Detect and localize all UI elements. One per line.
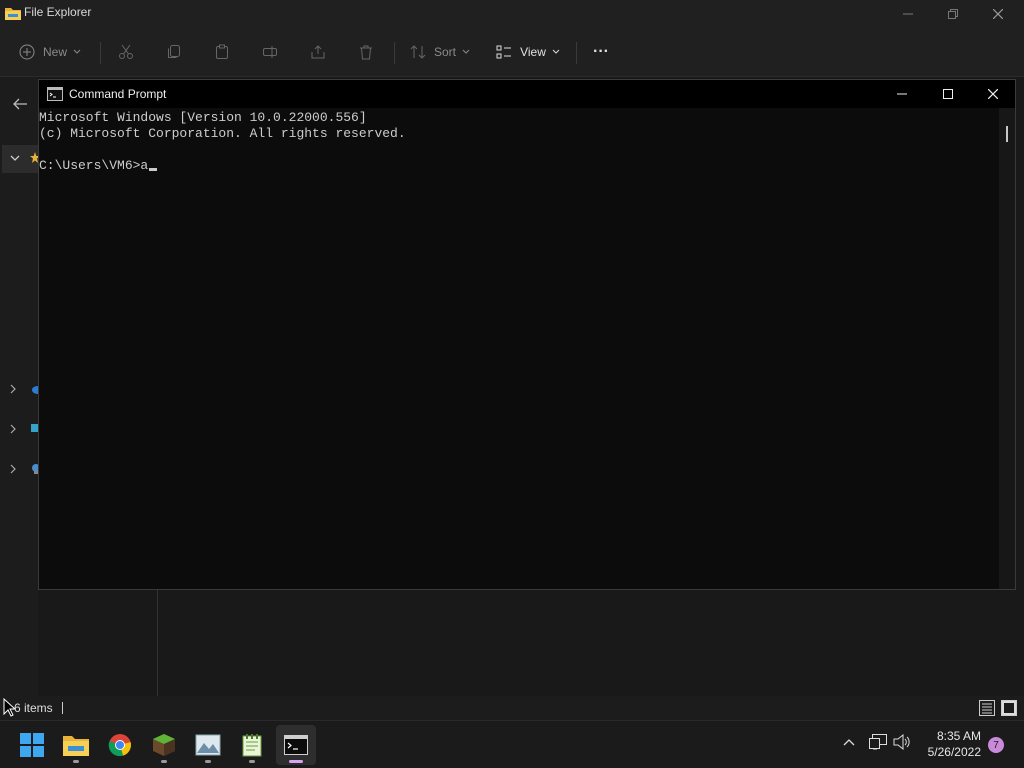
toolbar-separator	[100, 42, 101, 64]
chevron-down-icon	[73, 49, 81, 55]
network-icon	[30, 463, 38, 475]
running-indicator	[73, 760, 79, 763]
console-output[interactable]: Microsoft Windows [Version 10.0.22000.55…	[39, 110, 997, 588]
close-button[interactable]	[970, 80, 1016, 108]
new-label: New	[42, 45, 67, 59]
quick-access-node[interactable]	[2, 145, 40, 173]
sort-button[interactable]: Sort	[404, 36, 476, 68]
photos-icon	[195, 734, 221, 756]
items-count: 6 items	[14, 701, 53, 715]
taskbar-notepad[interactable]	[232, 725, 272, 765]
console-line: Microsoft Windows [Version 10.0.22000.55…	[39, 110, 367, 125]
rename-icon[interactable]	[256, 36, 284, 68]
running-indicator	[249, 760, 255, 763]
scrollbar-thumb[interactable]	[1006, 126, 1008, 142]
navigation-pane	[0, 77, 40, 696]
minimize-button[interactable]	[879, 80, 925, 108]
pane-divider	[157, 590, 158, 696]
more-options-button[interactable]: ···	[588, 36, 614, 68]
text-cursor	[149, 168, 158, 171]
file-explorer-toolbar: New Sort View ···	[0, 28, 1024, 77]
this-pc-icon	[30, 423, 38, 435]
toolbar-separator	[576, 42, 577, 64]
clock-date[interactable]: 5/26/2022	[911, 745, 981, 759]
minecraft-icon	[152, 733, 176, 757]
windows-logo-icon	[20, 733, 44, 757]
sort-label: Sort	[433, 45, 456, 59]
folder-icon	[63, 734, 89, 756]
running-indicator	[161, 760, 167, 763]
more-icon: ···	[593, 43, 609, 60]
onedrive-icon	[30, 384, 38, 394]
taskbar-command-prompt[interactable]	[276, 725, 316, 765]
file-explorer-titlebar: File Explorer	[0, 0, 1024, 28]
mouse-pointer-icon	[3, 698, 15, 717]
minimize-button[interactable]	[885, 0, 931, 28]
cmd-title: Command Prompt	[69, 87, 167, 101]
taskbar-minecraft[interactable]	[144, 725, 184, 765]
chevron-right-icon[interactable]	[10, 384, 17, 394]
close-button[interactable]	[975, 0, 1021, 28]
terminal-icon	[284, 735, 308, 755]
chevron-down-icon	[10, 155, 20, 162]
chevron-down-icon	[462, 49, 470, 55]
view-icon	[496, 45, 512, 59]
restore-button[interactable]	[930, 0, 976, 28]
show-hidden-icons-chevron[interactable]	[843, 738, 855, 746]
console-line: (c) Microsoft Corporation. All rights re…	[39, 126, 406, 141]
command-prompt-window[interactable]: Command Prompt Microsoft Windows [Versio…	[38, 79, 1016, 590]
console-prompt: C:\Users\VM6>	[39, 158, 141, 173]
command-line[interactable]: C:\Users\VM6>a	[39, 158, 997, 174]
taskbar: 8:35 AM 5/26/2022 7	[0, 720, 1024, 768]
taskbar-photos[interactable]	[188, 725, 228, 765]
status-separator	[62, 702, 63, 714]
maximize-button[interactable]	[925, 80, 971, 108]
window-title: File Explorer	[24, 5, 92, 19]
share-icon[interactable]	[304, 36, 332, 68]
toolbar-separator	[394, 42, 395, 64]
new-button[interactable]: New	[14, 36, 86, 68]
cut-icon[interactable]	[112, 36, 140, 68]
copy-icon[interactable]	[160, 36, 188, 68]
network-icon[interactable]	[869, 734, 887, 750]
start-button[interactable]	[12, 725, 52, 765]
taskbar-chrome[interactable]	[100, 725, 140, 765]
status-bar: 6 items	[0, 696, 1024, 720]
paste-icon[interactable]	[208, 36, 236, 68]
cmd-app-icon	[47, 87, 63, 101]
taskbar-file-explorer[interactable]	[56, 725, 96, 765]
large-icons-view-icon[interactable]	[1001, 700, 1017, 716]
delete-icon[interactable]	[352, 36, 380, 68]
sort-icon	[410, 44, 426, 60]
chevron-right-icon[interactable]	[10, 424, 17, 434]
volume-icon[interactable]	[893, 734, 911, 750]
back-arrow-icon[interactable]	[12, 97, 28, 111]
add-icon	[19, 44, 35, 60]
chrome-icon	[108, 733, 132, 757]
chevron-down-icon	[552, 49, 560, 55]
active-indicator	[289, 760, 303, 763]
chevron-right-icon[interactable]	[10, 464, 17, 474]
cmd-titlebar[interactable]: Command Prompt	[39, 80, 1015, 108]
running-indicator	[205, 760, 211, 763]
notepad-icon	[240, 733, 264, 757]
folder-icon	[5, 6, 21, 20]
details-view-icon[interactable]	[979, 700, 995, 716]
console-input[interactable]: a	[140, 158, 148, 173]
notification-badge[interactable]: 7	[988, 737, 1004, 753]
view-button[interactable]: View	[490, 36, 566, 68]
view-label: View	[520, 45, 546, 59]
vertical-scrollbar[interactable]	[999, 108, 1015, 589]
clock-time[interactable]: 8:35 AM	[911, 729, 981, 743]
